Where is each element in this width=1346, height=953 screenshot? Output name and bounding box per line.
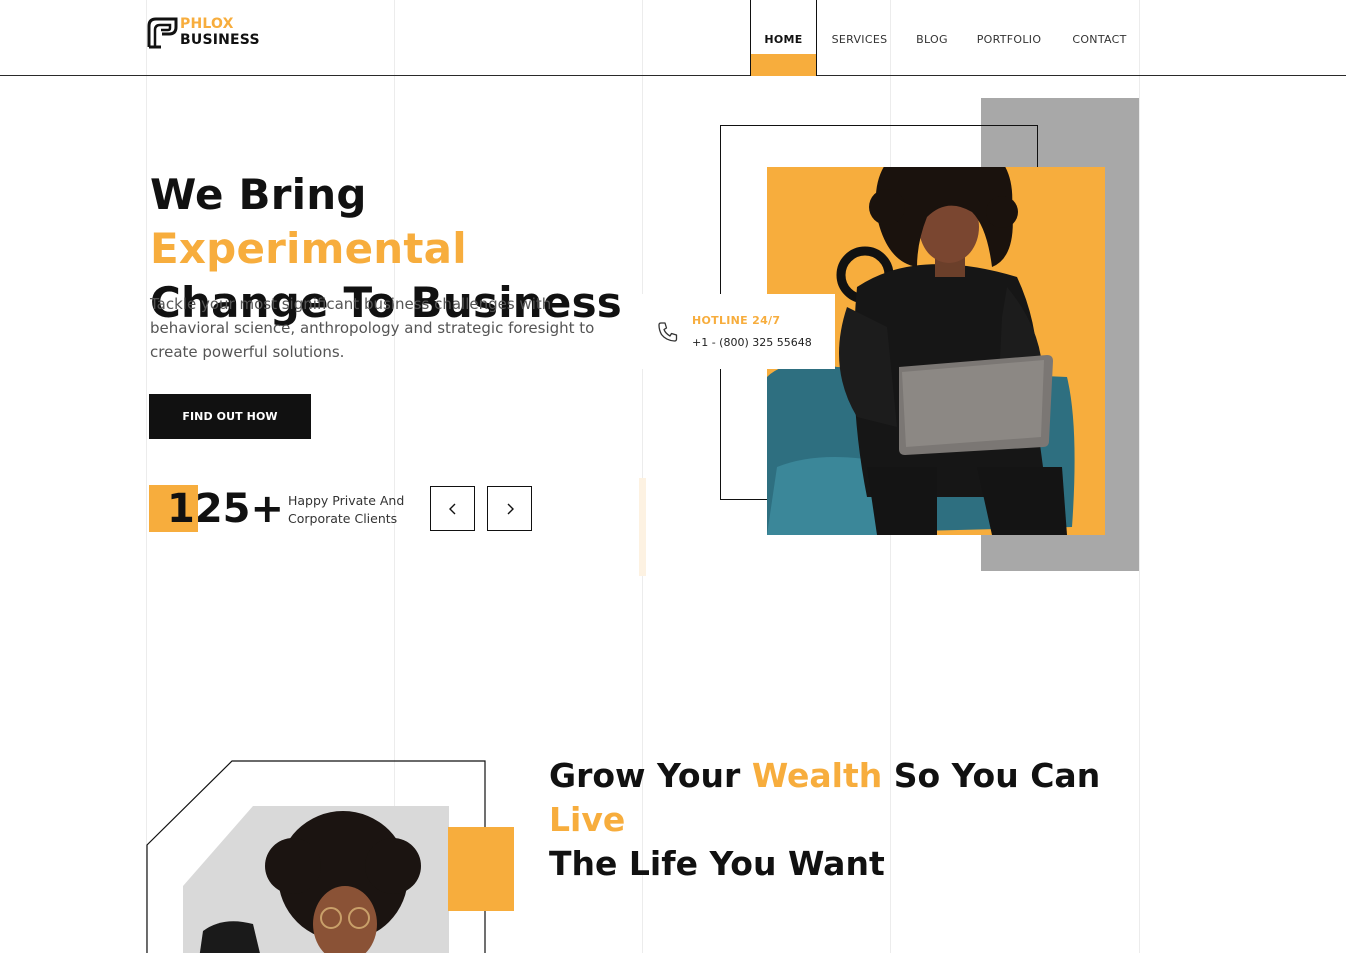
chevron-left-icon [448, 503, 455, 514]
chevron-right-icon [507, 503, 514, 514]
section2-title-part2: So You Can [882, 756, 1101, 795]
logo-text-top: PHLOX [180, 16, 234, 32]
nav-home-active-bar [751, 54, 816, 76]
hero-description: Tackle your most significant business ch… [150, 295, 595, 361]
section2-title-accent1: Wealth [751, 756, 883, 795]
woman-portrait-illustration [183, 806, 449, 953]
section2-title: Grow Your Wealth So You Can Live The Life… [549, 754, 1169, 886]
slider-prev-button[interactable] [430, 486, 475, 531]
section2-title-accent2: Live [549, 800, 626, 839]
hotline-card: HOTLINE 24/7 +1 - (800) 325 55648 [642, 294, 835, 369]
section2-photo [183, 806, 449, 953]
site-header: PHLOX BUSINESS HOME SERVICES BLOG PORTFO… [0, 0, 1346, 76]
nav-contact-label: CONTACT [1072, 32, 1127, 46]
find-out-how-button[interactable]: FIND OUT HOW [149, 394, 311, 439]
nav-blog-label: BLOG [916, 32, 948, 46]
nav-home[interactable]: HOME [750, 0, 817, 76]
nav-services[interactable]: SERVICES [822, 0, 897, 76]
client-count-label: Happy Private And Corporate Clients [288, 493, 405, 526]
nav-blog[interactable]: BLOG [907, 0, 957, 76]
section2-accent-block [448, 827, 514, 911]
nav-services-label: SERVICES [831, 32, 888, 46]
phone-icon [658, 322, 678, 342]
nav-home-label: HOME [764, 32, 803, 46]
nav-portfolio[interactable]: PORTFOLIO [969, 0, 1049, 76]
hero-title-part1: We Bring [150, 170, 367, 219]
section2-title-part3: The Life You Want [549, 844, 885, 883]
slider-next-button[interactable] [487, 486, 532, 531]
client-count: 125+ [167, 486, 285, 532]
nav-contact[interactable]: CONTACT [1062, 0, 1137, 76]
phlox-logo-icon [147, 17, 178, 49]
nav-portfolio-label: PORTFOLIO [976, 32, 1042, 46]
hero-title-accent: Experimental [150, 224, 467, 273]
hotline-number[interactable]: +1 - (800) 325 55648 [692, 336, 812, 349]
slider-indicator [639, 478, 646, 576]
logo-text-bottom: BUSINESS [180, 32, 260, 48]
hotline-title: HOTLINE 24/7 [692, 314, 781, 327]
logo-link[interactable]: PHLOX BUSINESS [145, 16, 285, 50]
section2-title-part1: Grow Your [549, 756, 752, 795]
